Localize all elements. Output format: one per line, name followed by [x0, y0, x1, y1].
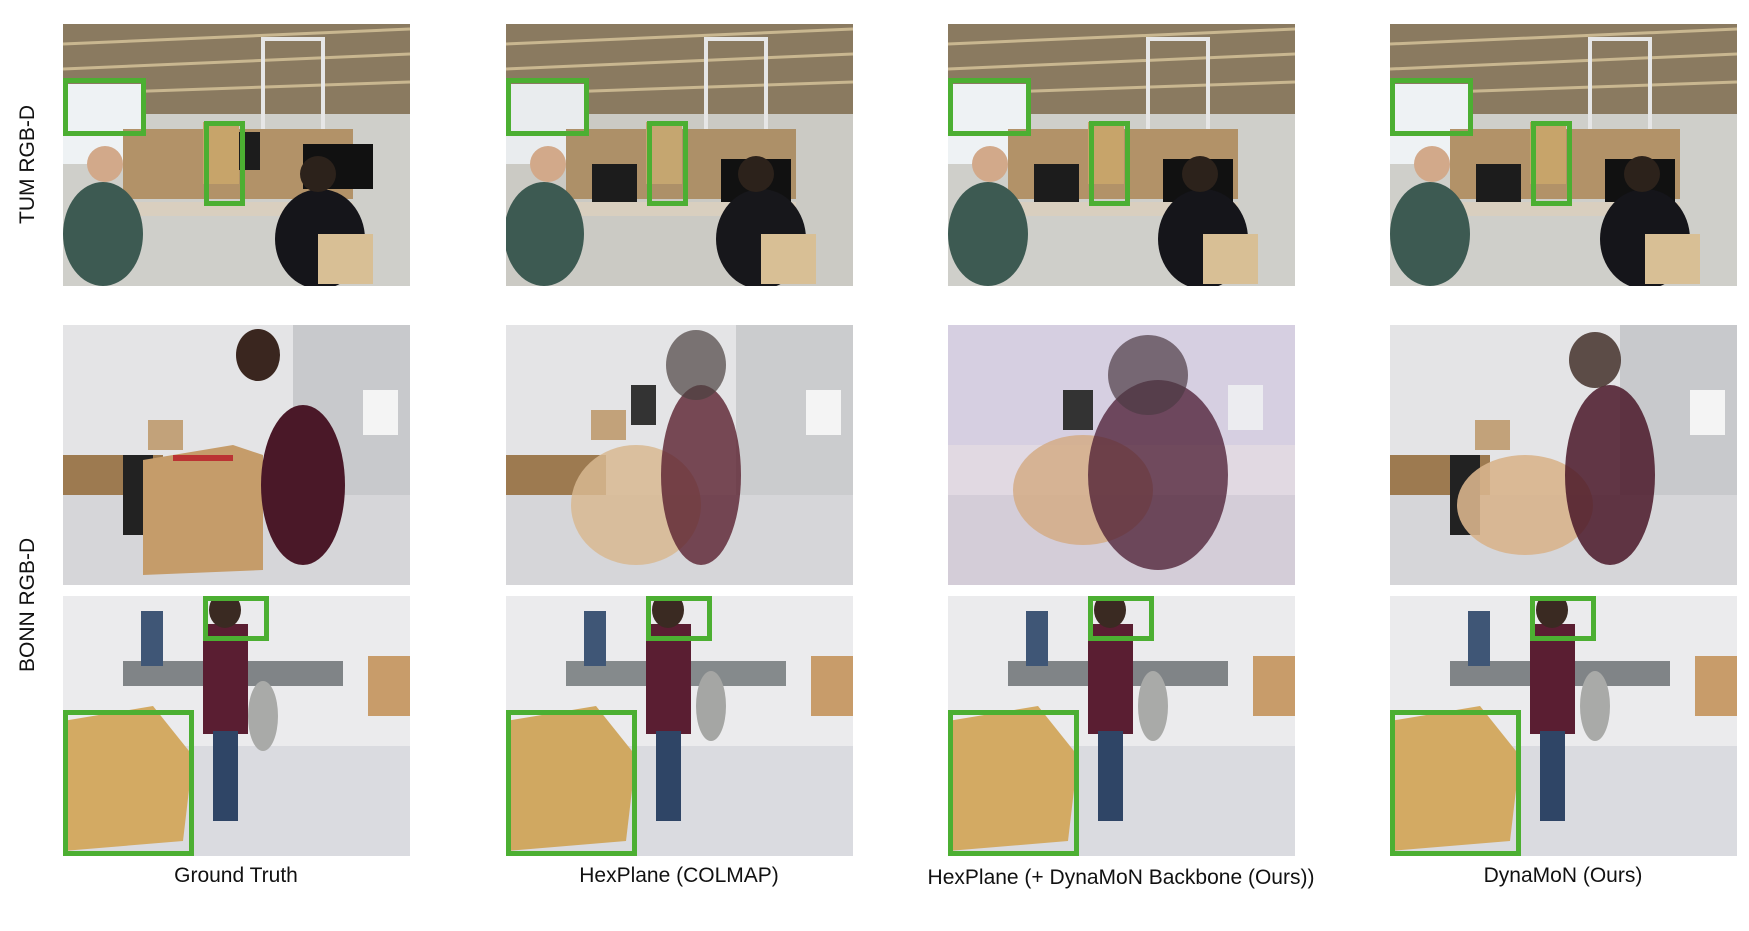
highlight-box [646, 596, 712, 641]
bonn-person-image-dynamon [1390, 596, 1737, 856]
bonn-person-image-hexplane-dynamon-backbone [948, 596, 1295, 856]
highlight-box [647, 121, 688, 206]
bonn-box-image-hexplane-colmap [506, 325, 853, 585]
highlight-box [1390, 78, 1473, 136]
highlight-box [203, 596, 269, 641]
highlight-box [506, 78, 589, 136]
highlight-box [1390, 710, 1521, 856]
bonn-box-image-dynamon [1390, 325, 1737, 585]
highlight-box [1530, 596, 1596, 641]
caption-hexplane-colmap: HexPlane (COLMAP) [579, 864, 779, 887]
tum-image-hexplane-dynamon-backbone [948, 24, 1295, 286]
highlight-box [1088, 596, 1154, 641]
bonn-box-image-ground-truth [63, 325, 410, 585]
highlight-box [948, 710, 1079, 856]
bonn-person-image-hexplane-colmap [506, 596, 853, 856]
highlight-box [1089, 121, 1130, 206]
highlight-box [63, 78, 146, 136]
tum-image-ground-truth [63, 24, 410, 286]
highlight-box [204, 121, 245, 206]
bonn-box-image-hexplane-dynamon-backbone [948, 325, 1295, 585]
caption-ground-truth: Ground Truth [174, 864, 298, 887]
row-label-bonn: BONN RGB-D [16, 537, 39, 672]
bonn-person-image-ground-truth [63, 596, 410, 856]
highlight-box [1531, 121, 1572, 206]
caption-hexplane-dynamon-backbone: HexPlane (+ DynaMoN Backbone (Ours)) [927, 866, 1315, 889]
tum-image-dynamon [1390, 24, 1737, 286]
row-label-tum: TUM RGB-D [16, 105, 39, 224]
tum-image-hexplane-colmap [506, 24, 853, 286]
caption-dynamon: DynaMoN (Ours) [1483, 864, 1643, 887]
highlight-box [63, 710, 194, 856]
highlight-box [506, 710, 637, 856]
highlight-box [948, 78, 1031, 136]
